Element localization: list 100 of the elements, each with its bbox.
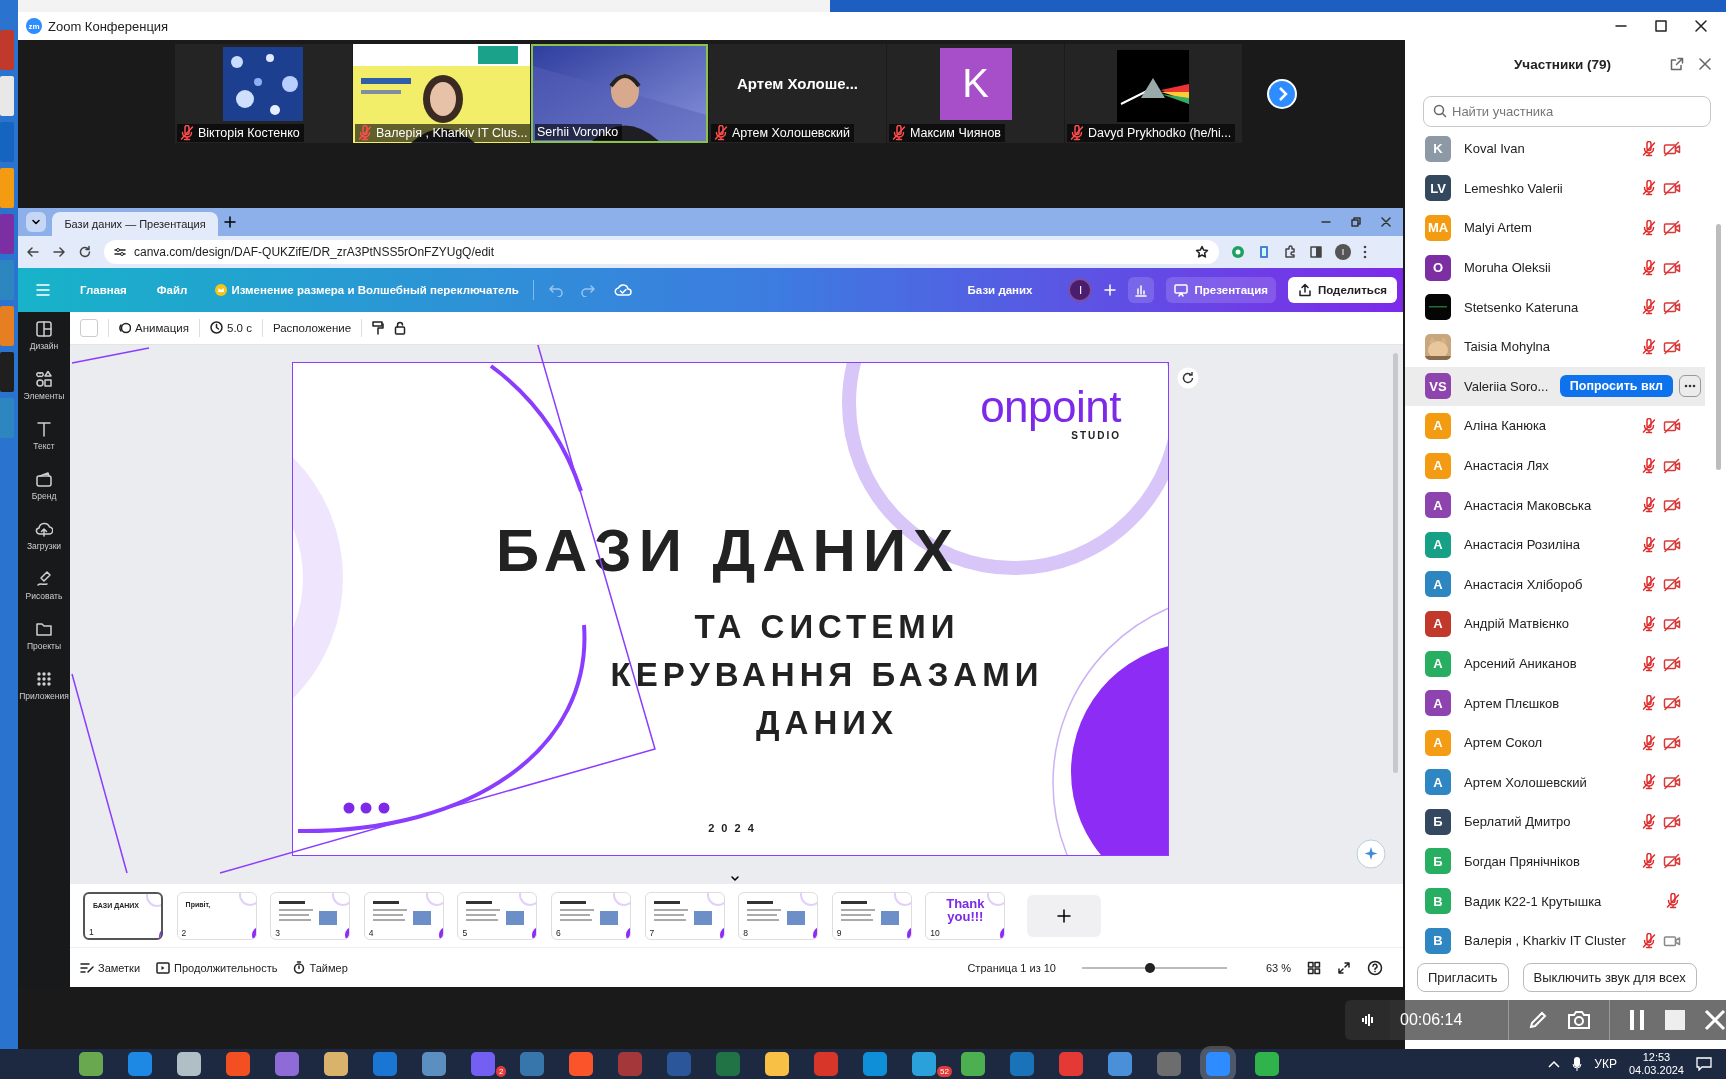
mic-icon[interactable] (1572, 1056, 1583, 1072)
app-icon[interactable] (912, 1052, 936, 1076)
participant-row[interactable]: Stetsenko Kateruna (1405, 287, 1705, 327)
restore-icon[interactable] (1351, 217, 1361, 227)
participant-row[interactable]: А Анастасія Лях (1405, 445, 1705, 486)
present-button[interactable]: Презентация (1166, 277, 1276, 303)
video-tile[interactable]: Davyd Prykhodko (he/hi... (1065, 44, 1242, 143)
close-icon[interactable] (1381, 217, 1391, 227)
cloud-icon[interactable] (613, 283, 632, 297)
share-button[interactable]: Поделиться (1287, 277, 1397, 303)
footer-button[interactable]: Пригласить (1417, 963, 1509, 993)
address-bar[interactable]: canva.com/design/DAF-QUKZifE/DR_zrA3PtNSS5rOnFZYUgQ/edit (104, 240, 1219, 264)
app-icon[interactable] (422, 1052, 446, 1076)
participant-row[interactable]: В Вадик К22-1 Крутышка (1405, 881, 1705, 921)
notes-button[interactable]: Заметки (80, 961, 141, 974)
audio-button[interactable] (1345, 1000, 1390, 1040)
close-icon[interactable] (1694, 19, 1708, 33)
sidebar-item[interactable]: Проекты (26, 620, 62, 656)
app-icon[interactable] (471, 1052, 495, 1076)
participant-row[interactable]: Taisia Mohylna (1405, 326, 1705, 367)
participant-row[interactable]: LV Lemeshko Valerii (1405, 168, 1705, 209)
maximize-icon[interactable] (1654, 19, 1668, 33)
pop-out-icon[interactable] (1670, 57, 1684, 71)
extension-icon[interactable] (1231, 245, 1245, 259)
participant-row[interactable]: MA Malyi Artem (1405, 208, 1705, 248)
sidebar-item[interactable]: Дизайн (29, 320, 59, 356)
participant-row[interactable]: А Анастасія Маковська (1405, 485, 1705, 525)
animation-button[interactable]: Анимация (119, 321, 189, 334)
new-tab-icon[interactable] (224, 216, 236, 228)
design-title[interactable]: Бази даних (967, 284, 1033, 296)
participant-row[interactable]: А Анастасія Хлібороб (1405, 564, 1705, 605)
app-icon[interactable] (1255, 1052, 1279, 1076)
participant-row[interactable]: Б Богдан Прянічніков (1405, 841, 1705, 882)
sidebar-item[interactable]: Загрузки (26, 520, 62, 556)
slide-thumbnail[interactable]: 9 (831, 891, 912, 940)
participant-row[interactable]: А Артем Холошевский (1405, 762, 1705, 803)
slide-thumbnail[interactable]: 5 (457, 891, 538, 940)
more-button[interactable] (1679, 375, 1701, 398)
participant-row[interactable]: А Андрій Матвієнко (1405, 604, 1705, 644)
video-tile[interactable]: K Максим Чиянов (887, 44, 1064, 143)
color-swatch[interactable] (80, 318, 98, 337)
add-icon[interactable] (1104, 284, 1117, 296)
app-icon[interactable] (1059, 1052, 1083, 1076)
sidebar-icon[interactable] (1309, 245, 1323, 259)
lock-icon[interactable] (394, 320, 407, 335)
video-tile[interactable]: Вікторія Костенко (175, 44, 352, 143)
app-icon[interactable] (373, 1052, 397, 1076)
user-avatar[interactable]: I (1068, 278, 1093, 302)
slide-thumbnail[interactable]: 8 (738, 891, 819, 940)
paint-roller-icon[interactable] (372, 320, 385, 335)
camera-icon[interactable] (1567, 1010, 1591, 1030)
slide-thumbnail[interactable]: 6 (550, 891, 631, 940)
app-icon[interactable] (814, 1052, 838, 1076)
scrollbar[interactable] (1716, 224, 1721, 470)
participant-row[interactable]: А Аліна Канюка (1405, 406, 1705, 446)
collapse-icon[interactable] (730, 874, 740, 883)
app-icon[interactable] (765, 1052, 789, 1076)
video-tile[interactable]: Артем Холоше... Артем Холошевский (709, 44, 886, 143)
notification-icon[interactable] (1696, 1057, 1712, 1071)
video-tile[interactable]: Serhii Voronko (531, 44, 708, 143)
app-icon[interactable] (961, 1052, 985, 1076)
participant-row[interactable]: Б Берлатий Дмитро (1405, 802, 1705, 842)
pencil-icon[interactable] (1527, 1009, 1549, 1031)
app-icon[interactable] (569, 1052, 593, 1076)
forward-icon[interactable] (52, 245, 66, 259)
slide-thumbnail[interactable]: 4 (363, 891, 444, 940)
sidebar-item[interactable]: Текст (33, 420, 55, 456)
duration-button[interactable]: Продолжительность (156, 961, 278, 974)
app-icon[interactable] (177, 1052, 201, 1076)
caret-up-icon[interactable] (1548, 1060, 1561, 1068)
participant-row[interactable]: А Артем Сокол (1405, 722, 1705, 763)
document-icon[interactable] (1257, 245, 1271, 259)
app-icon[interactable] (79, 1052, 103, 1076)
language-indicator[interactable]: УКР (1594, 1057, 1617, 1071)
sidebar-item[interactable]: Рисовать (25, 570, 63, 606)
app-icon[interactable] (226, 1052, 250, 1076)
back-icon[interactable] (26, 245, 40, 259)
position-button[interactable]: Расположение (272, 321, 352, 334)
slide-thumbnail[interactable]: Thank you!!! 10 (925, 891, 1006, 940)
app-icon[interactable] (275, 1052, 299, 1076)
participant-row[interactable]: O Moruha Oleksii (1405, 247, 1705, 288)
slider-thumb[interactable] (1145, 962, 1156, 973)
slide-year[interactable]: 2 0 2 4 (682, 821, 782, 834)
help-icon[interactable] (1367, 959, 1383, 976)
star-icon[interactable] (1195, 245, 1209, 259)
stop-icon[interactable] (1664, 1009, 1686, 1031)
participant-row[interactable]: K Koval Ivan (1405, 129, 1705, 169)
reload-icon[interactable] (78, 245, 92, 259)
app-icon[interactable] (1108, 1052, 1132, 1076)
rotate-icon[interactable] (1177, 366, 1199, 389)
app-icon[interactable] (324, 1052, 348, 1076)
grid-view-icon[interactable] (1307, 960, 1321, 975)
menu-icon[interactable] (1363, 245, 1367, 259)
insights-button[interactable] (1128, 277, 1155, 303)
timer-button[interactable]: Таймер (293, 961, 348, 975)
slide-thumbnail[interactable]: 3 (270, 891, 351, 940)
duration-button[interactable]: 5.0 с (210, 321, 252, 335)
pause-icon[interactable] (1628, 1009, 1646, 1031)
clock[interactable]: 12:53 04.03.2024 (1628, 1051, 1684, 1077)
tab-list-button[interactable] (26, 212, 46, 232)
